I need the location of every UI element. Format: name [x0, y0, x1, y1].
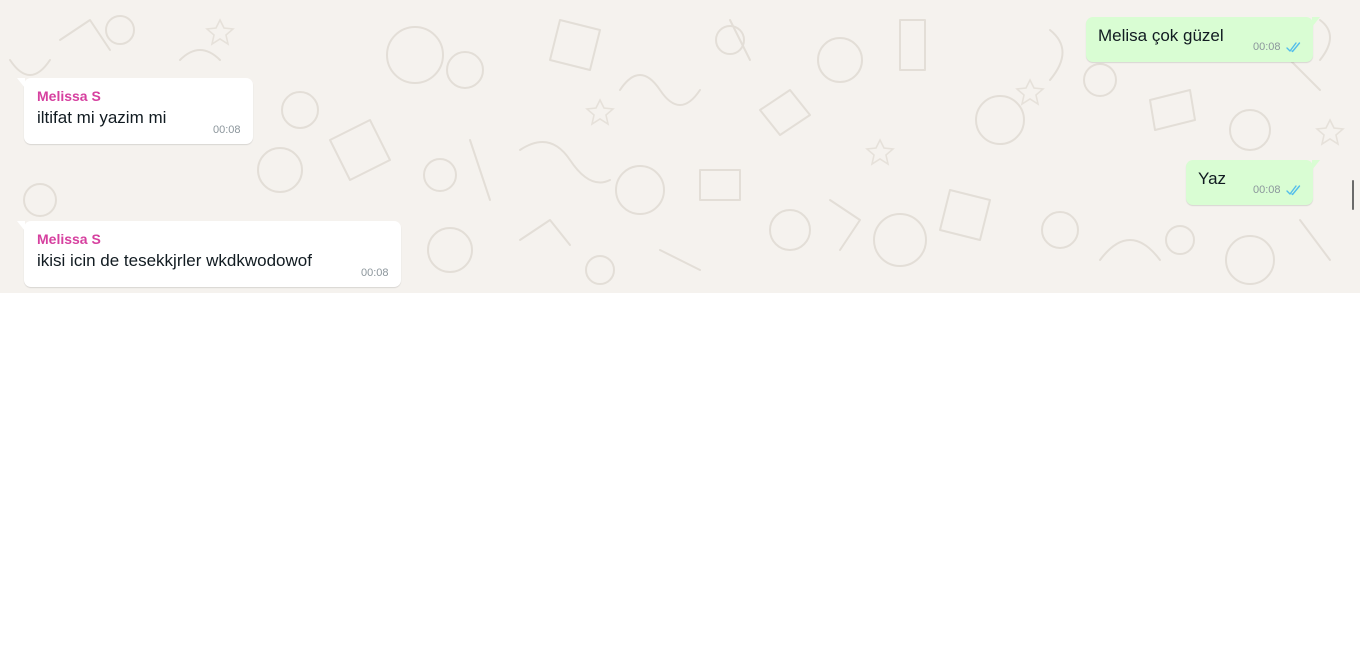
incoming-message-bubble[interactable]: Melissa S ikisi icin de tesekkjrler wkdk…	[17, 221, 401, 287]
message-time: 00:08	[1253, 184, 1281, 196]
sender-name[interactable]: Melissa S	[37, 231, 101, 247]
message-time: 00:08	[1253, 41, 1281, 53]
message-time: 00:08	[361, 267, 389, 279]
chat-scrollbar-thumb[interactable]	[1352, 180, 1354, 210]
outgoing-message-bubble[interactable]: Yaz 00:08	[1186, 160, 1320, 205]
double-check-read-icon	[1286, 185, 1301, 196]
outgoing-message-bubble[interactable]: Melisa çok güzel 00:08	[1086, 17, 1320, 62]
message-text: Yaz	[1198, 169, 1227, 188]
message-text: Melisa çok güzel	[1098, 26, 1224, 45]
message-text: ikisi icin de tesekkjrler wkdkwodowof	[37, 251, 312, 270]
message-time: 00:08	[213, 124, 241, 136]
sender-name[interactable]: Melissa S	[37, 88, 101, 104]
blank-area	[0, 293, 1360, 648]
message-text: iltifat mi yazim mi	[37, 108, 167, 127]
incoming-message-bubble[interactable]: Melissa S iltifat mi yazim mi 00:08	[17, 78, 253, 144]
chat-message-area[interactable]: Melisa çok güzel 00:08 Melissa S iltifat…	[0, 0, 1360, 293]
double-check-read-icon	[1286, 42, 1301, 53]
